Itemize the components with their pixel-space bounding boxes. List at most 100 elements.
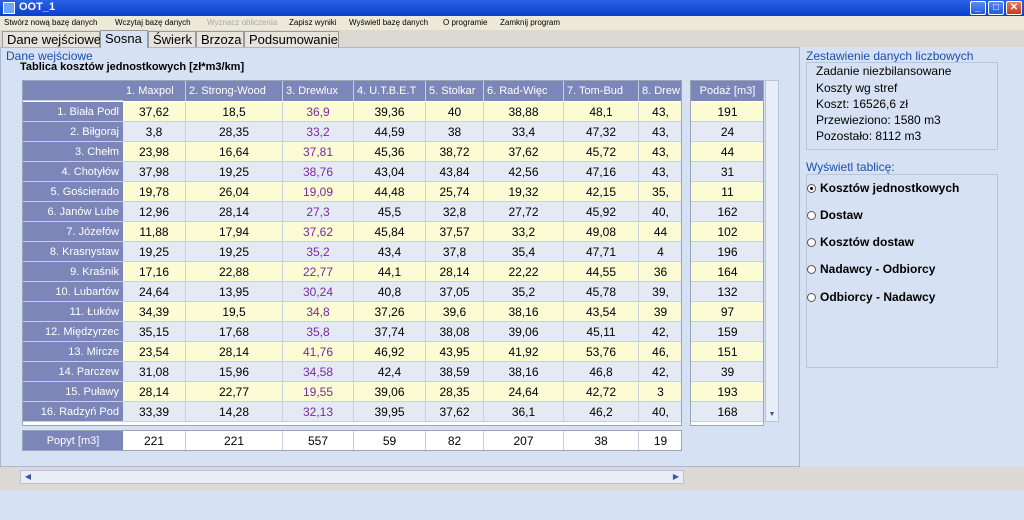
table-cell[interactable]: 38,88: [484, 102, 564, 122]
table-cell[interactable]: 45,84: [354, 222, 426, 242]
table-cell[interactable]: 37,62: [484, 142, 564, 162]
maximize-button[interactable]: □: [988, 1, 1004, 15]
radio-delivery-costs[interactable]: Kosztów dostaw: [807, 235, 914, 249]
row-header[interactable]: 16. Radzyń Pod: [23, 402, 123, 422]
table-cell[interactable]: 43,: [639, 162, 681, 182]
row-header[interactable]: 11. Łuków: [23, 302, 123, 322]
row-header[interactable]: 2. Biłgoraj: [23, 122, 123, 142]
menu-save-results[interactable]: Zapisz wyniki: [289, 18, 337, 27]
table-cell[interactable]: 39,36: [354, 102, 426, 122]
table-cell[interactable]: 46,92: [354, 342, 426, 362]
table-cell[interactable]: 37,98: [123, 162, 186, 182]
table-cell[interactable]: 43,54: [564, 302, 639, 322]
row-header[interactable]: 12. Międzyrzec: [23, 322, 123, 342]
tab-podsumowanie[interactable]: Podsumowanie: [244, 31, 339, 47]
menu-close-program[interactable]: Zamknij program: [500, 18, 560, 27]
demand-cell[interactable]: 38: [564, 431, 639, 450]
supply-cell[interactable]: 39: [691, 362, 763, 382]
table-cell[interactable]: 45,78: [564, 282, 639, 302]
radio-receivers-senders[interactable]: Odbiorcy - Nadawcy: [807, 290, 935, 304]
table-cell[interactable]: 39,06: [354, 382, 426, 402]
row-header[interactable]: 14. Parczew: [23, 362, 123, 382]
demand-cell[interactable]: 207: [484, 431, 564, 450]
table-cell[interactable]: 35,: [639, 182, 681, 202]
supply-cell[interactable]: 44: [691, 142, 763, 162]
supply-cell[interactable]: 31: [691, 162, 763, 182]
table-cell[interactable]: 36,9: [283, 102, 354, 122]
table-cell[interactable]: 4: [639, 242, 681, 262]
radio-senders-receivers[interactable]: Nadawcy - Odbiorcy: [807, 262, 935, 276]
table-cell[interactable]: 44,48: [354, 182, 426, 202]
table-cell[interactable]: 43,95: [426, 342, 484, 362]
table-cell[interactable]: 42,56: [484, 162, 564, 182]
table-cell[interactable]: 40,: [639, 202, 681, 222]
table-cell[interactable]: 37,62: [283, 222, 354, 242]
table-cell[interactable]: 38,59: [426, 362, 484, 382]
table-cell[interactable]: 34,39: [123, 302, 186, 322]
table-cell[interactable]: 37,62: [123, 102, 186, 122]
table-cell[interactable]: 34,58: [283, 362, 354, 382]
table-cell[interactable]: 36,1: [484, 402, 564, 422]
table-cell[interactable]: 28,14: [186, 202, 283, 222]
table-cell[interactable]: 19,5: [186, 302, 283, 322]
tab-sosna[interactable]: Sosna: [100, 30, 148, 48]
table-cell[interactable]: 17,16: [123, 262, 186, 282]
table-cell[interactable]: 47,32: [564, 122, 639, 142]
table-cell[interactable]: 39,6: [426, 302, 484, 322]
demand-cell[interactable]: 557: [283, 431, 354, 450]
table-cell[interactable]: 38,16: [484, 362, 564, 382]
table-cell[interactable]: 35,4: [484, 242, 564, 262]
column-header[interactable]: 2. Strong-Wood: [186, 81, 283, 101]
table-cell[interactable]: 11,88: [123, 222, 186, 242]
supply-cell[interactable]: 162: [691, 202, 763, 222]
menu-new-database[interactable]: Stwórz nową bazę danych: [4, 18, 97, 27]
table-cell[interactable]: 39,: [639, 282, 681, 302]
row-header[interactable]: 10. Lubartów: [23, 282, 123, 302]
supply-cell[interactable]: 191: [691, 102, 763, 122]
menu-about[interactable]: O programie: [443, 18, 487, 27]
table-cell[interactable]: 32,13: [283, 402, 354, 422]
table-cell[interactable]: 19,25: [186, 162, 283, 182]
table-cell[interactable]: 49,08: [564, 222, 639, 242]
table-cell[interactable]: 37,8: [426, 242, 484, 262]
table-cell[interactable]: 42,: [639, 322, 681, 342]
table-cell[interactable]: 22,77: [186, 382, 283, 402]
table-cell[interactable]: 14,28: [186, 402, 283, 422]
column-header[interactable]: 1. Maxpol: [123, 81, 186, 101]
menu-show-database[interactable]: Wyświetl bazę danych: [349, 18, 428, 27]
scroll-right-icon[interactable]: ▶: [671, 472, 681, 482]
table-cell[interactable]: 36: [639, 262, 681, 282]
table-cell[interactable]: 39,06: [484, 322, 564, 342]
demand-cell[interactable]: 82: [426, 431, 484, 450]
supply-cell[interactable]: 193: [691, 382, 763, 402]
table-cell[interactable]: 37,74: [354, 322, 426, 342]
demand-cell[interactable]: 221: [123, 431, 186, 450]
table-cell[interactable]: 38,08: [426, 322, 484, 342]
column-header[interactable]: 5. Stolkar: [426, 81, 484, 101]
table-cell[interactable]: 28,14: [426, 262, 484, 282]
column-header[interactable]: 6. Rad-Więc: [484, 81, 564, 101]
table-cell[interactable]: 19,09: [283, 182, 354, 202]
supply-cell[interactable]: 196: [691, 242, 763, 262]
table-cell[interactable]: 33,39: [123, 402, 186, 422]
table-cell[interactable]: 31,08: [123, 362, 186, 382]
minimize-button[interactable]: _: [970, 1, 986, 15]
table-cell[interactable]: 19,25: [123, 242, 186, 262]
table-cell[interactable]: 44,55: [564, 262, 639, 282]
supply-cell[interactable]: 168: [691, 402, 763, 422]
table-cell[interactable]: 13,95: [186, 282, 283, 302]
table-cell[interactable]: 43,: [639, 142, 681, 162]
tab-brzoza[interactable]: Brzoza: [196, 31, 244, 47]
table-cell[interactable]: 3: [639, 382, 681, 402]
table-cell[interactable]: 28,14: [123, 382, 186, 402]
table-cell[interactable]: 28,14: [186, 342, 283, 362]
supply-cell[interactable]: 132: [691, 282, 763, 302]
radio-unit-costs[interactable]: Kosztów jednostkowych: [807, 181, 959, 195]
demand-cell[interactable]: 19: [639, 431, 681, 450]
column-header[interactable]: 8. Drew: [639, 81, 681, 101]
table-cell[interactable]: 28,35: [426, 382, 484, 402]
supply-cell[interactable]: 159: [691, 322, 763, 342]
table-cell[interactable]: 46,: [639, 342, 681, 362]
table-cell[interactable]: 19,25: [186, 242, 283, 262]
table-cell[interactable]: 45,72: [564, 142, 639, 162]
